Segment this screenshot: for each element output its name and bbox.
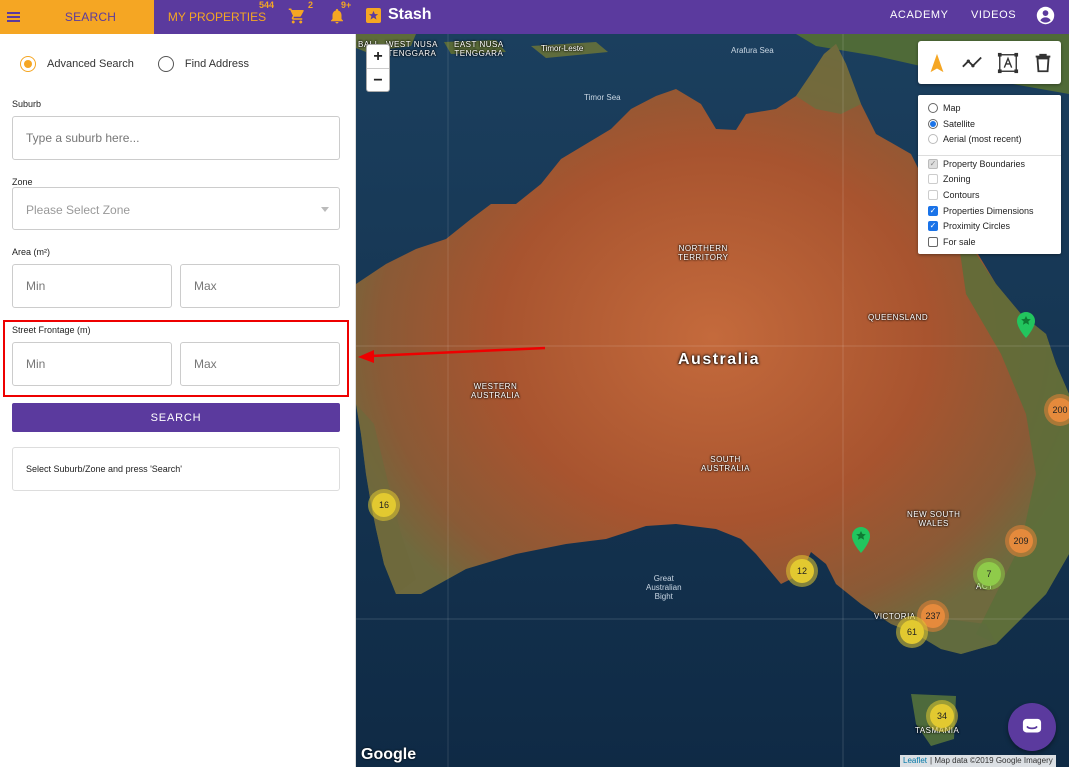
- label-south-australia: SOUTH AUSTRALIA: [701, 455, 750, 473]
- radio-icon: [928, 103, 938, 113]
- attribution-text: | Map data ©2019 Google Imagery: [930, 756, 1053, 765]
- chat-icon: [1022, 718, 1042, 733]
- map-view[interactable]: BALI WEST NUSA TENGGARA EAST NUSA TENGGA…: [356, 34, 1069, 767]
- label-new-south-wales: NEW SOUTH WALES: [907, 510, 961, 528]
- search-panel: Advanced Search Find Address Suburb Zone…: [0, 34, 356, 767]
- label-timor-leste: Timor-Leste: [541, 44, 584, 53]
- cart-icon[interactable]: [288, 7, 306, 25]
- marker-cluster-34[interactable]: 34: [926, 700, 958, 732]
- zoom-out-button[interactable]: −: [367, 69, 389, 93]
- account-icon[interactable]: [1036, 6, 1055, 25]
- brand[interactable]: Stash: [366, 6, 432, 24]
- leaflet-link[interactable]: Leaflet: [903, 756, 927, 766]
- radio-find-address-label: Find Address: [184, 58, 250, 70]
- label-east-nusa: EAST NUSA TENGGARA: [454, 40, 504, 58]
- search-mode-options: Advanced Search Find Address: [20, 56, 249, 72]
- label-western-australia: WESTERN AUSTRALIA: [471, 382, 520, 400]
- area-max-input[interactable]: [180, 264, 340, 308]
- label-australia: Australia: [678, 351, 760, 368]
- nav-academy[interactable]: ACADEMY: [890, 9, 949, 21]
- notifications-count-badge: 9+: [341, 0, 352, 10]
- marker-cluster-200[interactable]: 200: [1044, 394, 1069, 426]
- checkbox-icon: [928, 221, 938, 231]
- polyline-icon[interactable]: [961, 52, 983, 74]
- google-logo: Google: [361, 746, 417, 763]
- suburb-label: Suburb: [12, 99, 42, 109]
- property-pin-icon[interactable]: [1017, 312, 1035, 338]
- chevron-down-icon: [321, 207, 329, 212]
- area-label: Area (m²): [12, 247, 50, 257]
- checkbox-icon: [928, 237, 938, 247]
- radio-advanced-search[interactable]: [20, 56, 36, 72]
- menu-button[interactable]: [0, 0, 27, 34]
- label-arafura-sea: Arafura Sea: [731, 46, 774, 55]
- properties-count-badge: 544: [259, 0, 275, 10]
- area-min-input[interactable]: [12, 264, 172, 308]
- radio-advanced-search-label: Advanced Search: [47, 58, 134, 70]
- radio-find-address[interactable]: [157, 56, 174, 72]
- brand-name: Stash: [388, 6, 432, 23]
- map-attribution: Leaflet | Map data ©2019 Google Imagery: [900, 755, 1056, 767]
- marker-cluster-209[interactable]: 209: [1005, 525, 1037, 557]
- trash-icon[interactable]: [1032, 52, 1054, 74]
- label-timor-sea: Timor Sea: [584, 93, 621, 102]
- zone-label: Zone: [12, 177, 33, 187]
- zoom-in-button[interactable]: +: [367, 45, 389, 69]
- star-logo-icon: [366, 7, 381, 23]
- overlay-proximity-circles[interactable]: Proximity Circles: [928, 221, 1010, 231]
- zoom-control: + −: [366, 44, 390, 92]
- label-west-nusa: WEST NUSA TENGGARA: [386, 40, 438, 58]
- chat-button[interactable]: [1008, 703, 1056, 751]
- overlay-property-boundaries[interactable]: Property Boundaries: [928, 159, 1025, 169]
- suburb-input[interactable]: [12, 116, 340, 160]
- cart-count-badge: 2: [308, 0, 314, 10]
- text-box-icon[interactable]: [997, 52, 1019, 74]
- layers-control: Map Satellite Aerial (most recent) Prope…: [918, 95, 1061, 254]
- marker-cluster-16[interactable]: 16: [368, 489, 400, 521]
- label-queensland: QUEENSLAND: [868, 313, 929, 322]
- search-button[interactable]: SEARCH: [12, 403, 340, 432]
- radio-icon: [928, 119, 938, 129]
- layer-option-aerial[interactable]: Aerial (most recent): [928, 134, 1022, 144]
- layer-option-map[interactable]: Map: [928, 103, 961, 113]
- navigation-arrow-icon[interactable]: [926, 52, 948, 74]
- tab-search[interactable]: SEARCH: [27, 0, 154, 34]
- checkbox-icon: [928, 206, 938, 216]
- property-pin-icon[interactable]: [852, 527, 870, 553]
- label-great-australian-bight: Great Australian Bight: [646, 574, 682, 601]
- overlay-contours[interactable]: Contours: [928, 190, 980, 200]
- overlay-for-sale[interactable]: For sale: [928, 237, 976, 247]
- marker-cluster-61[interactable]: 61: [896, 616, 928, 648]
- layer-option-satellite[interactable]: Satellite: [928, 119, 975, 129]
- frontage-min-input[interactable]: [12, 342, 172, 386]
- overlay-properties-dimensions[interactable]: Properties Dimensions: [928, 206, 1034, 216]
- layers-divider: [918, 155, 1061, 156]
- checkbox-icon: [928, 174, 938, 184]
- marker-cluster-12[interactable]: 12: [786, 555, 818, 587]
- hamburger-icon: [7, 16, 20, 18]
- search-info-text: Select Suburb/Zone and press 'Search': [26, 464, 183, 474]
- overlay-zoning[interactable]: Zoning: [928, 174, 971, 184]
- top-bar: SEARCH MY PROPERTIES 544 2 9+ Stash ACAD…: [0, 0, 1069, 34]
- label-northern-territory: NORTHERN TERRITORY: [678, 244, 729, 262]
- checkbox-icon: [928, 190, 938, 200]
- nav-videos[interactable]: VIDEOS: [971, 9, 1016, 21]
- draw-toolbar: [918, 41, 1061, 84]
- street-frontage-label: Street Frontage (m): [12, 325, 91, 335]
- zone-select-value: Please Select Zone: [26, 203, 131, 217]
- frontage-max-input[interactable]: [180, 342, 340, 386]
- search-info-box: Select Suburb/Zone and press 'Search': [12, 447, 340, 491]
- checkbox-icon: [928, 159, 938, 169]
- zone-select[interactable]: Please Select Zone: [12, 187, 340, 230]
- marker-cluster-7[interactable]: 7: [973, 558, 1005, 590]
- radio-icon: [928, 134, 938, 144]
